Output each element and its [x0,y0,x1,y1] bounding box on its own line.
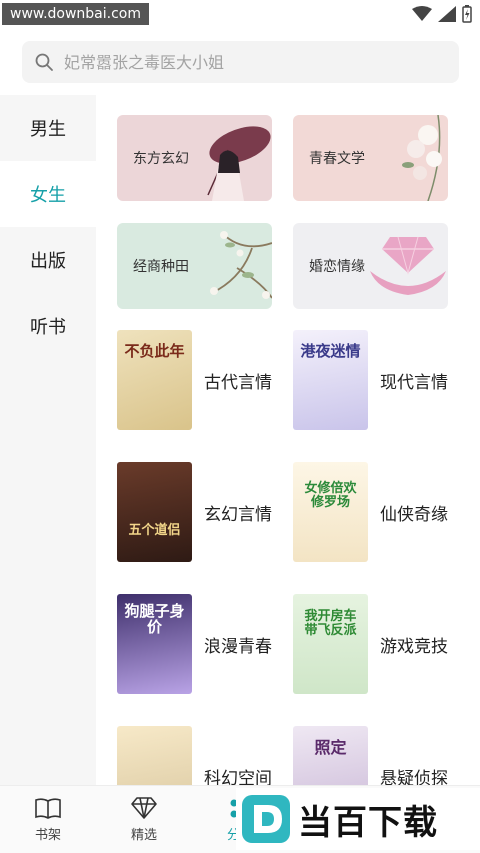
category-gaming-esports[interactable]: 我开房车带飞反派 游戏竞技 [293,594,465,694]
diamond-ring-illustration [370,236,446,295]
category-scifi-space[interactable]: 科幻空间 [117,726,289,785]
cellular-signal-icon [438,6,456,22]
book-cover: 女修倍欢修罗场 [293,462,368,562]
cover-title: 我开房车带飞反派 [304,609,357,638]
book-cover [117,726,192,785]
nav-label: 书架 [34,828,61,843]
category-romantic-youth[interactable]: 狗腿子身价 浪漫青春 [117,594,289,694]
category-label: 玄幻言情 [204,504,272,525]
book-icon [35,798,61,819]
category-label: 科幻空间 [204,768,272,786]
book-cover: 不负此年 [117,330,192,430]
category-content: 东方玄幻 青春文学 经商种田 婚恋情缘 不负此年 古代言情 港夜迷情 现代言情 … [96,95,480,785]
category-label: 浪漫青春 [204,636,272,657]
search-bar[interactable] [22,41,459,83]
category-mystery-detective[interactable]: 照定 悬疑侦探 [293,726,465,785]
cover-title: 五个道侣 [128,523,181,538]
nav-featured[interactable]: 精选 [96,786,192,853]
wifi-icon [412,6,432,21]
banner-label: 经商种田 [133,259,189,275]
banner-business-farming[interactable]: 经商种田 [117,223,272,309]
nav-bookshelf[interactable]: 书架 [0,786,96,853]
category-label: 现代言情 [380,372,448,393]
rail-item-male[interactable]: 男生 [0,95,96,161]
banner-youth-literature[interactable]: 青春文学 [293,115,448,201]
book-cover: 港夜迷情 [293,330,368,430]
banner-label: 东方玄幻 [133,151,189,167]
banner-eastern-fantasy[interactable]: 东方玄幻 [117,115,272,201]
rail-item-publishing[interactable]: 出版 [0,227,96,293]
category-label: 仙侠奇缘 [380,504,448,525]
cover-title: 不负此年 [124,342,185,360]
category-xianxia-romance[interactable]: 女修倍欢修罗场 仙侠奇缘 [293,462,465,562]
diamond-icon [131,797,157,819]
battery-charging-icon [462,5,472,23]
rail-item-audiobook[interactable]: 听书 [0,293,96,359]
book-cover: 五个道侣 [117,462,192,562]
category-modern-romance[interactable]: 港夜迷情 现代言情 [293,330,465,430]
search-icon [35,53,53,71]
category-label: 古代言情 [204,372,272,393]
category-label: 游戏竞技 [380,636,448,657]
site-logo: 当百下载 [236,788,480,850]
rail-item-female[interactable]: 女生 [0,161,96,227]
nav-label: 精选 [130,828,157,843]
logo-mark-icon [242,795,290,843]
banner-label: 婚恋情缘 [309,259,365,275]
category-ancient-romance[interactable]: 不负此年 古代言情 [117,330,289,430]
banner-romance-marriage[interactable]: 婚恋情缘 [293,223,448,309]
book-cover: 我开房车带飞反派 [293,594,368,694]
status-bar: www.downbai.com [0,0,480,28]
banner-label: 青春文学 [309,151,365,167]
cover-title: 狗腿子身价 [124,602,185,636]
cover-title: 照定 [314,738,347,757]
category-rail: 男生 女生 出版 听书 [0,95,96,785]
flowers-illustration [402,115,442,201]
blossom-branch-illustration [210,231,272,299]
book-cover: 狗腿子身价 [117,594,192,694]
category-fantasy-romance[interactable]: 五个道侣 玄幻言情 [117,462,289,562]
umbrella-girl-illustration [207,126,271,201]
cover-title: 港夜迷情 [300,342,361,360]
category-label: 悬疑侦探 [380,768,448,786]
logo-text: 当百下载 [298,802,438,843]
search-input[interactable] [64,52,444,72]
status-icons [412,5,472,23]
book-cover: 照定 [293,726,368,785]
cover-title: 女修倍欢修罗场 [304,481,357,510]
watermark: www.downbai.com [2,3,149,25]
